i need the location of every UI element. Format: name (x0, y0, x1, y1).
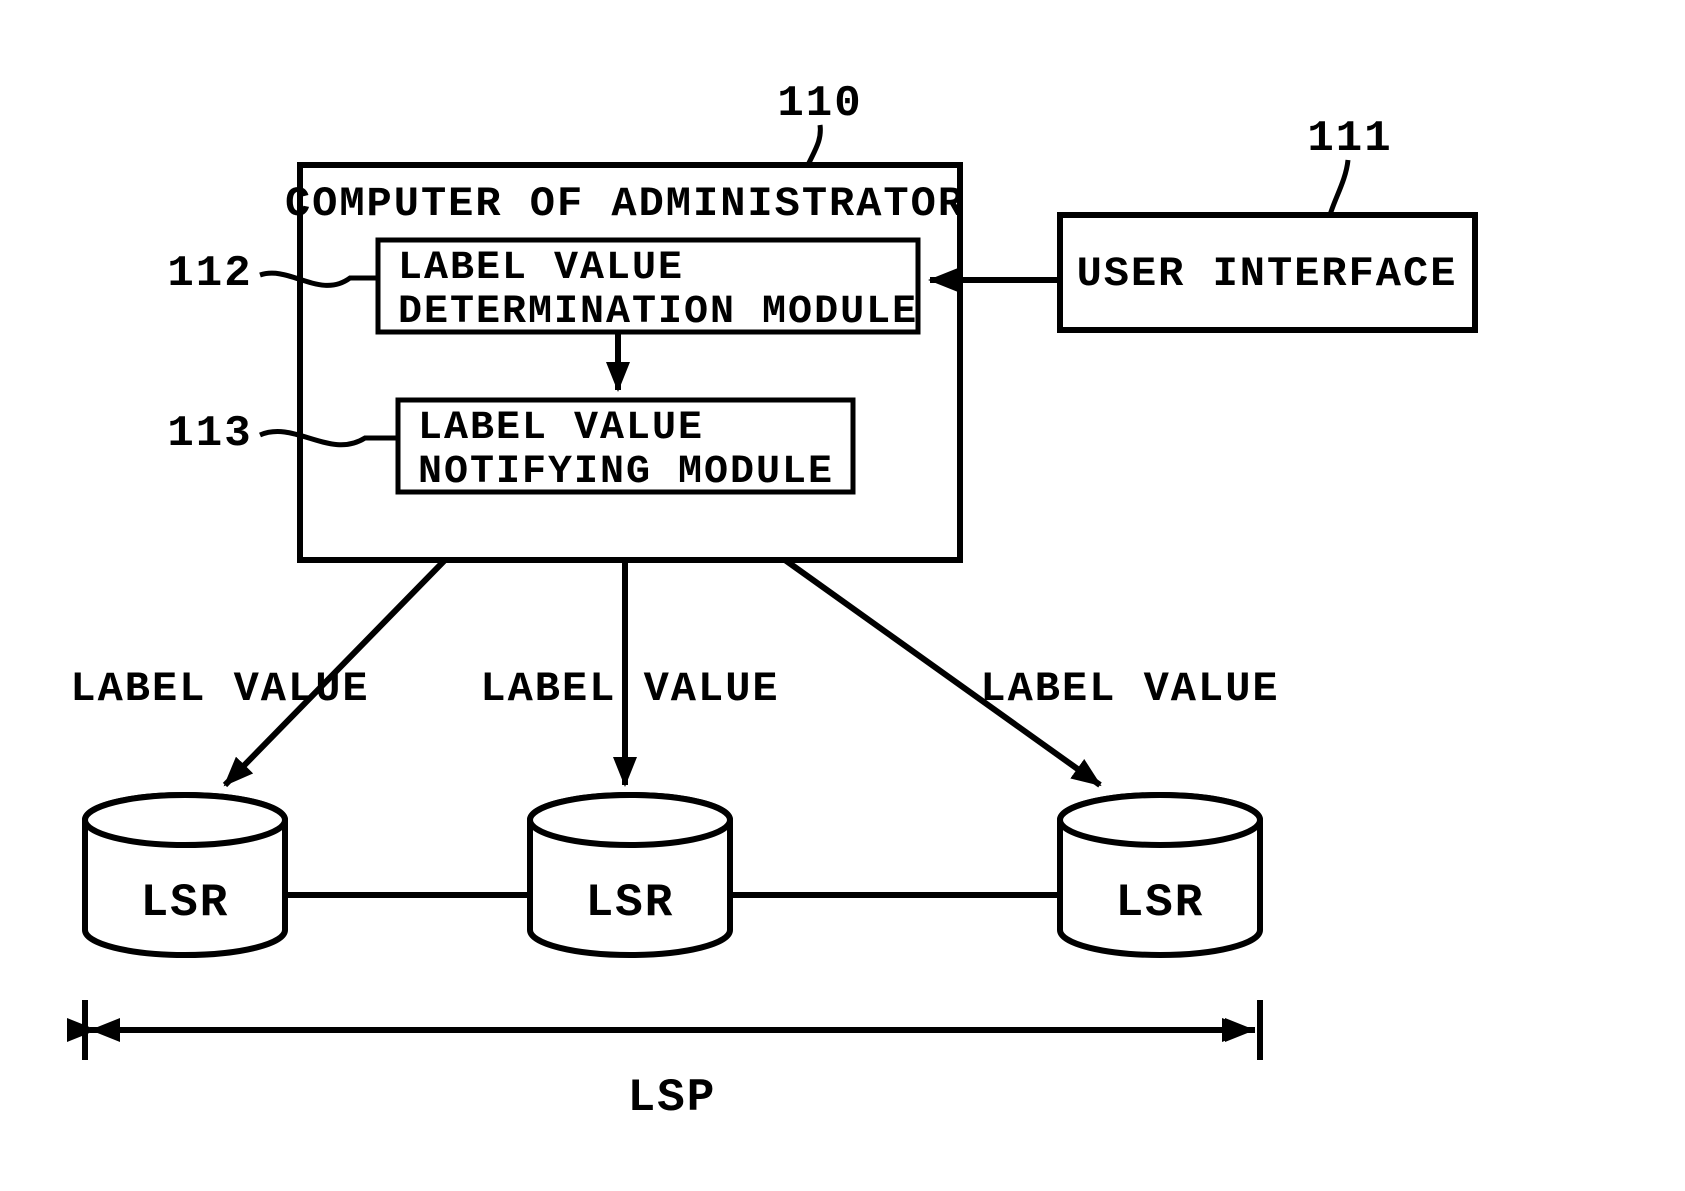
diagram-svg: 110 COMPUTER OF ADMINISTRATOR LABEL VALU… (0, 0, 1685, 1191)
lsr-node-3: LSR (1060, 795, 1260, 955)
lsr-label-2: LSR (586, 877, 675, 929)
det-module-line1: LABEL VALUE (398, 246, 684, 291)
user-interface-label: USER INTERFACE (1077, 250, 1458, 298)
ref-110: 110 (777, 79, 862, 129)
not-module-line1: LABEL VALUE (418, 406, 704, 451)
lsr-label-3: LSR (1116, 877, 1205, 929)
computer-box-title: COMPUTER OF ADMINISTRATOR (285, 180, 965, 228)
ref-112-leader (260, 273, 378, 285)
det-module-line2: DETERMINATION MODULE (398, 290, 918, 335)
arrow-label-mid: LABEL VALUE (480, 665, 779, 713)
ref-111: 111 (1307, 114, 1392, 164)
ref-113-leader (260, 432, 398, 445)
lsr-node-1: LSR (85, 795, 285, 955)
lsp-label: LSP (628, 1072, 717, 1124)
ref-110-leader (808, 125, 820, 165)
not-module-line2: NOTIFYING MODULE (418, 450, 834, 495)
arrow-label-left: LABEL VALUE (70, 665, 369, 713)
arrow-label-right: LABEL VALUE (980, 665, 1279, 713)
lsr-node-2: LSR (530, 795, 730, 955)
lsr-label-1: LSR (141, 877, 230, 929)
ref-113: 113 (167, 409, 252, 459)
ref-111-leader (1330, 160, 1348, 215)
ref-112: 112 (167, 249, 252, 299)
